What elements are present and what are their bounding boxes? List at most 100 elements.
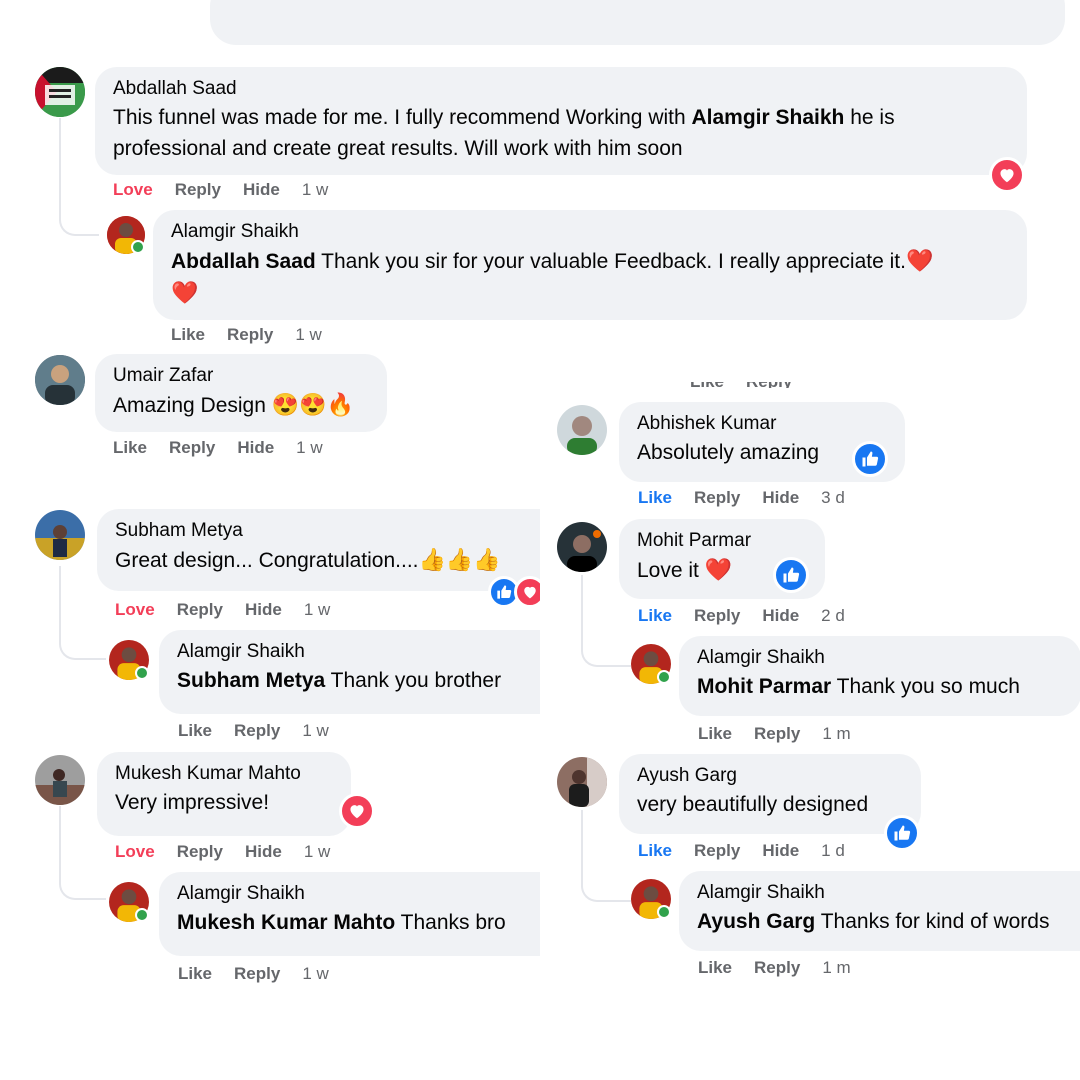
- reply-text: Ayush Garg Thanks for kind of words: [697, 906, 1080, 937]
- like-button[interactable]: Like: [638, 488, 672, 507]
- reply-author[interactable]: Alamgir Shaikh: [177, 639, 540, 665]
- hide-button[interactable]: Hide: [243, 180, 280, 199]
- like-button[interactable]: Like: [698, 724, 732, 743]
- timestamp[interactable]: 1 m: [822, 724, 850, 743]
- like-button[interactable]: Like: [178, 721, 212, 740]
- mention-link[interactable]: Mukesh Kumar Mahto: [177, 911, 395, 934]
- reply-author[interactable]: Alamgir Shaikh: [697, 645, 1063, 671]
- like-button[interactable]: Like: [698, 958, 732, 977]
- comment-author[interactable]: Ayush Garg: [637, 763, 903, 789]
- timestamp[interactable]: 1 w: [302, 964, 328, 983]
- timestamp[interactable]: 1 w: [302, 721, 328, 740]
- hide-button[interactable]: Hide: [762, 488, 799, 507]
- comment-actions: Like Reply Hide 2 d: [638, 606, 867, 626]
- like-reaction-icon[interactable]: [773, 557, 809, 593]
- timestamp[interactable]: 1 d: [821, 841, 845, 860]
- online-status-dot: [131, 240, 145, 254]
- reply-button[interactable]: Reply: [177, 842, 223, 861]
- online-status-dot: [135, 666, 149, 680]
- avatar[interactable]: [557, 757, 607, 807]
- comment-author[interactable]: Mohit Parmar: [637, 528, 807, 554]
- reply-bubble: Alamgir Shaikh Mohit Parmar Thank you so…: [679, 636, 1080, 716]
- hide-button[interactable]: Hide: [762, 841, 799, 860]
- like-button[interactable]: Like: [171, 325, 205, 344]
- reply-text: Mukesh Kumar Mahto Thanks bro: [177, 907, 540, 938]
- timestamp[interactable]: 2 d: [821, 606, 845, 625]
- like-button[interactable]: Like: [178, 964, 212, 983]
- timestamp[interactable]: 1 w: [302, 180, 328, 199]
- love-button[interactable]: Love: [115, 842, 155, 861]
- like-button[interactable]: Like: [638, 841, 672, 860]
- reply-text-part: Thanks bro: [395, 911, 506, 934]
- love-button[interactable]: Love: [115, 600, 155, 619]
- avatar[interactable]: [557, 405, 607, 455]
- comment-author[interactable]: Umair Zafar: [113, 363, 369, 389]
- hide-button[interactable]: Hide: [245, 600, 282, 619]
- avatar[interactable]: [35, 67, 85, 117]
- timestamp[interactable]: 3 d: [821, 488, 845, 507]
- reply-actions: Like Reply 1 w: [178, 721, 351, 741]
- avatar[interactable]: [557, 522, 607, 572]
- timestamp[interactable]: 1 w: [304, 600, 330, 619]
- cutoff-actions: Like Reply: [690, 382, 792, 388]
- comment-author[interactable]: Subham Metya: [115, 518, 540, 544]
- like-button[interactable]: Like: [638, 606, 672, 625]
- heart-reaction-icon[interactable]: [514, 576, 540, 608]
- reply-button[interactable]: Reply: [177, 600, 223, 619]
- hide-button[interactable]: Hide: [245, 842, 282, 861]
- comment-text: Amazing Design 😍😍🔥: [113, 389, 369, 421]
- reply-button: Reply: [746, 382, 792, 388]
- reply-button[interactable]: Reply: [227, 325, 273, 344]
- comment-author[interactable]: Mukesh Kumar Mahto: [115, 761, 333, 787]
- reply-button[interactable]: Reply: [234, 964, 280, 983]
- reply-button[interactable]: Reply: [694, 488, 740, 507]
- comment-text-part: Amazing Design: [113, 394, 272, 417]
- timestamp[interactable]: 1 w: [295, 325, 321, 344]
- reply-button[interactable]: Reply: [175, 180, 221, 199]
- reply-actions: Like Reply 1 w: [178, 964, 351, 984]
- mention-link[interactable]: Abdallah Saad: [171, 250, 316, 273]
- timestamp[interactable]: 1 w: [304, 842, 330, 861]
- emoji: 👍👍👍: [418, 547, 501, 572]
- reply-button[interactable]: Reply: [754, 724, 800, 743]
- comment-text-part: Love it: [637, 559, 705, 582]
- reply-button[interactable]: Reply: [169, 438, 215, 457]
- hide-button[interactable]: Hide: [237, 438, 274, 457]
- comment-actions: Like Reply Hide 3 d: [638, 488, 867, 508]
- love-button[interactable]: Love: [113, 180, 153, 199]
- heart-reaction-icon[interactable]: [339, 793, 375, 829]
- hide-button[interactable]: Hide: [762, 606, 799, 625]
- reply-button[interactable]: Reply: [694, 606, 740, 625]
- avatar-image: [35, 67, 85, 117]
- heart-emoji: ❤️: [171, 280, 199, 305]
- reply-text-part: Thanks for kind of words: [815, 910, 1050, 933]
- like-button: Like: [690, 382, 724, 388]
- mention-link[interactable]: Subham Metya: [177, 669, 325, 692]
- reply-button[interactable]: Reply: [694, 841, 740, 860]
- reply-button[interactable]: Reply: [754, 958, 800, 977]
- timestamp[interactable]: 1 m: [822, 958, 850, 977]
- reply-text: Subham Metya Thank you brother: [177, 665, 540, 696]
- comment-author[interactable]: Abhishek Kumar: [637, 411, 887, 437]
- avatar-image: [557, 405, 607, 455]
- comment-text-part: Great design... Congratulation....: [115, 549, 419, 572]
- timestamp[interactable]: 1 w: [296, 438, 322, 457]
- mention-link[interactable]: Ayush Garg: [697, 910, 815, 933]
- comment-actions: Love Reply Hide 1 w: [113, 180, 350, 200]
- comment-actions: Love Reply Hide 1 w: [115, 600, 352, 620]
- avatar-image: [557, 522, 607, 572]
- reply-bubble: Alamgir Shaikh Subham Metya Thank you br…: [159, 630, 540, 714]
- reply-author[interactable]: Alamgir Shaikh: [697, 880, 1080, 906]
- online-status-dot: [135, 908, 149, 922]
- like-button[interactable]: Like: [113, 438, 147, 457]
- reply-button[interactable]: Reply: [234, 721, 280, 740]
- like-reaction-icon[interactable]: [884, 815, 920, 851]
- comment-text: Great design... Congratulation....👍👍👍: [115, 544, 540, 576]
- comment-text: Very impressive!: [115, 791, 270, 814]
- comment-bubble: Umair Zafar Amazing Design 😍😍🔥: [95, 354, 387, 432]
- reply-author[interactable]: Alamgir Shaikh: [177, 881, 540, 907]
- like-reaction-icon[interactable]: [852, 441, 888, 477]
- avatar[interactable]: [35, 755, 85, 805]
- avatar[interactable]: [35, 355, 85, 405]
- mention-link[interactable]: Mohit Parmar: [697, 675, 831, 698]
